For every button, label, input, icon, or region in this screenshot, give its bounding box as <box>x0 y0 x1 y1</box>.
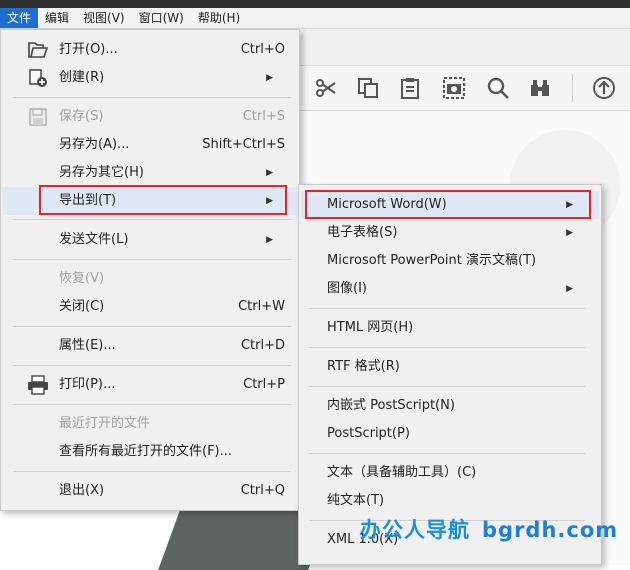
watermark: 办公人导航 bgrdh.com <box>360 514 618 544</box>
watermark-site: bgrdh.com <box>482 518 619 542</box>
submenu-arrow-icon: ▶ <box>566 228 573 238</box>
save-icon <box>27 107 49 127</box>
menu-separator <box>309 386 585 387</box>
menu-item-exit[interactable]: 退出(X) Ctrl+Q <box>3 477 297 505</box>
menu-item-recent-files-heading: 最近打开的文件 <box>3 410 297 438</box>
upload-icon[interactable] <box>592 76 616 100</box>
window-title-bar <box>0 0 630 8</box>
menu-item-label: 另存为其它(H) <box>59 165 144 180</box>
printer-icon <box>27 375 49 395</box>
menu-item-label: 另存为(A)... <box>59 137 130 152</box>
menu-separator <box>13 471 291 472</box>
export-to-highlight-box <box>39 185 287 215</box>
menu-bar: 文件 编辑 视图(V) 窗口(W) 帮助(H) <box>0 8 630 29</box>
menu-item-view-all-recent[interactable]: 查看所有最近打开的文件(F)... <box>3 438 297 466</box>
menu-separator <box>309 453 585 454</box>
menu-separator <box>13 259 291 260</box>
submenu-item-plain-text[interactable]: 纯文本(T) <box>301 487 599 515</box>
menu-separator <box>309 308 585 309</box>
menu-item-save: 保存(S) Ctrl+S <box>3 103 297 131</box>
menu-item-open[interactable]: 打开(O)... Ctrl+O <box>3 36 297 64</box>
menu-item-label: 查看所有最近打开的文件(F)... <box>59 444 233 459</box>
menu-item-save-as[interactable]: 另存为(A)... Shift+Ctrl+S <box>3 131 297 159</box>
watermark-brand: 办公人导航 <box>360 518 470 542</box>
menu-item-label: RTF 格式(R) <box>327 359 400 374</box>
menu-item-shortcut: Shift+Ctrl+S <box>202 137 285 152</box>
tab-strip <box>290 29 630 66</box>
menu-item-label: 图像(I) <box>327 281 367 296</box>
submenu-item-image[interactable]: 图像(I) ▶ <box>301 275 599 303</box>
menu-view[interactable]: 视图(V) <box>76 8 132 28</box>
microsoft-word-highlight-box <box>305 190 591 219</box>
menu-item-close[interactable]: 关闭(C) Ctrl+W <box>3 293 297 321</box>
menu-item-label: 最近打开的文件 <box>59 416 151 431</box>
submenu-item-embedded-postscript[interactable]: 内嵌式 PostScript(N) <box>301 392 599 420</box>
submenu-arrow-icon: ▶ <box>266 235 273 245</box>
menu-item-shortcut: Ctrl+S <box>242 109 285 124</box>
camera-icon[interactable] <box>442 76 466 100</box>
submenu-arrow-icon: ▶ <box>566 284 573 294</box>
menu-item-label: 打开(O)... <box>59 42 118 57</box>
menu-separator <box>13 326 291 327</box>
submenu-arrow-icon: ▶ <box>266 168 273 178</box>
menu-item-label: 属性(E)... <box>59 338 116 353</box>
menu-item-label: 退出(X) <box>59 483 105 498</box>
menu-item-label: HTML 网页(H) <box>327 320 414 335</box>
submenu-item-spreadsheet[interactable]: 电子表格(S) ▶ <box>301 219 599 247</box>
menu-item-label: 纯文本(T) <box>327 493 385 508</box>
toolbar <box>290 66 630 111</box>
submenu-item-text-accessible[interactable]: 文本（具备辅助工具）(C) <box>301 459 599 487</box>
menu-item-label: 关闭(C) <box>59 299 105 314</box>
menu-item-shortcut: Ctrl+Q <box>240 483 285 498</box>
menu-item-create[interactable]: 创建(R) ▶ <box>3 64 297 92</box>
submenu-item-rtf[interactable]: RTF 格式(R) <box>301 353 599 381</box>
menu-item-shortcut: Ctrl+W <box>238 299 285 314</box>
menu-item-label: PostScript(P) <box>327 426 410 441</box>
submenu-item-postscript[interactable]: PostScript(P) <box>301 420 599 448</box>
export-submenu: Microsoft Word(W) ▶ 电子表格(S) ▶ Microsoft … <box>298 184 602 565</box>
binoculars-icon[interactable] <box>528 76 552 100</box>
file-menu: 打开(O)... Ctrl+O 创建(R) ▶ 保存(S) Ctrl+S 另存为… <box>0 29 300 511</box>
menu-item-properties[interactable]: 属性(E)... Ctrl+D <box>3 332 297 360</box>
menu-item-save-as-other[interactable]: 另存为其它(H) ▶ <box>3 159 297 187</box>
menu-help[interactable]: 帮助(H) <box>191 8 247 28</box>
menu-item-label: 内嵌式 PostScript(N) <box>327 398 455 413</box>
folder-open-icon <box>27 40 49 60</box>
menu-item-label: Microsoft PowerPoint 演示文稿(T) <box>327 253 537 268</box>
menu-edit[interactable]: 编辑 <box>38 8 76 28</box>
menu-item-label: 保存(S) <box>59 109 104 124</box>
menu-separator <box>13 97 291 98</box>
submenu-item-html[interactable]: HTML 网页(H) <box>301 314 599 342</box>
menu-item-label: 打印(P)... <box>59 377 116 392</box>
menu-item-shortcut: Ctrl+D <box>240 338 285 353</box>
menu-separator <box>13 404 291 405</box>
menu-item-shortcut: Ctrl+P <box>243 377 285 392</box>
toolbar-separator <box>572 74 573 102</box>
search-icon[interactable] <box>486 76 510 100</box>
menu-item-label: 发送文件(L) <box>59 232 129 247</box>
submenu-item-powerpoint[interactable]: Microsoft PowerPoint 演示文稿(T) <box>301 247 599 275</box>
menu-file[interactable]: 文件 <box>0 8 39 28</box>
menu-item-revert: 恢复(V) <box>3 265 297 293</box>
menu-separator <box>309 347 585 348</box>
submenu-arrow-icon: ▶ <box>266 73 273 83</box>
menu-separator <box>13 219 291 220</box>
menu-item-shortcut: Ctrl+O <box>240 42 285 57</box>
create-pdf-icon <box>27 68 49 88</box>
menu-item-label: 文本（具备辅助工具）(C) <box>327 465 477 480</box>
menu-item-label: 恢复(V) <box>59 271 105 286</box>
menu-item-print[interactable]: 打印(P)... Ctrl+P <box>3 371 297 399</box>
copy-icon[interactable] <box>356 76 380 100</box>
menu-separator <box>13 365 291 366</box>
scissors-icon[interactable] <box>314 76 338 100</box>
menu-item-label: 创建(R) <box>59 70 105 85</box>
clipboard-icon[interactable] <box>398 76 422 100</box>
menu-window[interactable]: 窗口(W) <box>132 8 191 28</box>
menu-item-label: 电子表格(S) <box>327 225 398 240</box>
menu-item-send-file[interactable]: 发送文件(L) ▶ <box>3 226 297 254</box>
